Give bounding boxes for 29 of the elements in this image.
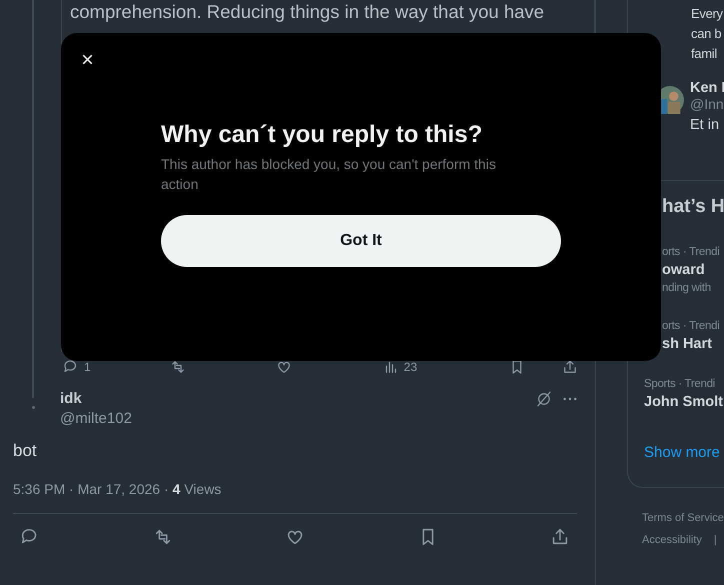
trend-category: Sports · Trendi: [644, 378, 716, 390]
trend-category: orts · Trendi: [662, 320, 720, 332]
post-text: Et in: [690, 117, 720, 133]
tweet-text: comprehension. Reducing things in the way that you have: [70, 0, 546, 24]
user-handle: @milte102: [60, 410, 133, 427]
slashed-circle-icon[interactable]: [535, 390, 553, 408]
trend-category: orts · Trendi: [662, 246, 720, 258]
got-it-button[interactable]: Got It: [161, 215, 561, 267]
post-timestamp: 5:36 PM · Mar 17, 2026 · 4 Views: [13, 481, 222, 497]
trend-context: nding with: [662, 282, 712, 294]
separator: |: [714, 534, 717, 546]
avatar: [32, 406, 35, 409]
user-name: idk: [60, 390, 83, 407]
footer-link[interactable]: Accessibility: [642, 534, 702, 546]
post-text: Every: [691, 5, 724, 23]
post-text: famil: [691, 45, 718, 63]
section-heading: hat’s H: [661, 196, 724, 218]
post-text: bot: [13, 441, 38, 461]
show-more-link[interactable]: Show more: [644, 444, 724, 461]
trend-name[interactable]: John Smolt: [644, 394, 724, 410]
dialog-title: Why can´t you reply to this?: [161, 121, 484, 149]
post-text: can b: [691, 25, 722, 43]
trend-name[interactable]: oward: [662, 262, 724, 278]
user-handle: @Inn: [690, 96, 724, 112]
dialog-message: This author has blocked you, so you can't perform this action: [161, 155, 497, 194]
trend-name[interactable]: sh Hart: [662, 336, 724, 352]
action-count: 1: [84, 360, 91, 374]
footer-link[interactable]: Terms of Service: [642, 512, 724, 524]
action-count: 23: [404, 360, 418, 374]
